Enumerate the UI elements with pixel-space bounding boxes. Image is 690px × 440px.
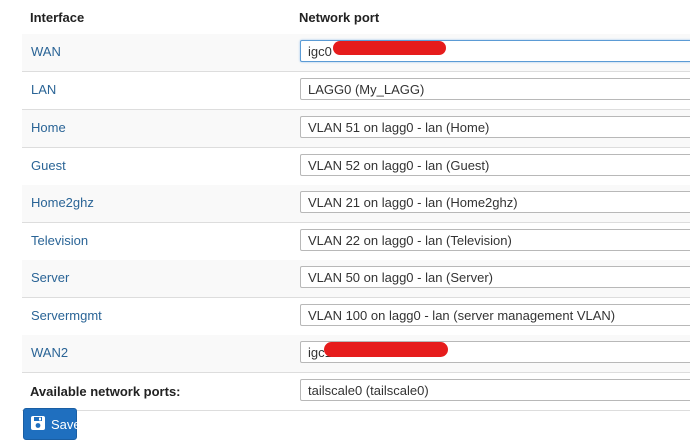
available-ports-row: Available network ports: tailscale0 (tai… xyxy=(22,373,690,411)
table-row: WAN2 igc1 xyxy=(22,335,690,373)
table-row: LAN LAGG0 (My_LAGG) xyxy=(22,72,690,110)
interface-link-lan[interactable]: LAN xyxy=(31,82,56,97)
table-row: Guest VLAN 52 on lagg0 - lan (Guest) xyxy=(22,148,690,186)
network-port-select-lan[interactable]: LAGG0 (My_LAGG) xyxy=(300,78,690,100)
table-row: Television VLAN 22 on lagg0 - lan (Telev… xyxy=(22,223,690,261)
table-row: Home2ghz VLAN 21 on lagg0 - lan (Home2gh… xyxy=(22,185,690,223)
interface-link-home2ghz[interactable]: Home2ghz xyxy=(31,195,94,210)
interface-link-servermgmt[interactable]: Servermgmt xyxy=(31,308,102,323)
selected-value: igc0 xyxy=(308,44,332,59)
network-port-select-server[interactable]: VLAN 50 on lagg0 - lan (Server) xyxy=(300,266,690,288)
selected-value: VLAN 52 on lagg0 - lan (Guest) xyxy=(308,158,490,173)
save-icon xyxy=(30,415,51,434)
interface-link-guest[interactable]: Guest xyxy=(31,158,66,173)
selected-value: VLAN 50 on lagg0 - lan (Server) xyxy=(308,270,493,285)
interface-link-wan[interactable]: WAN xyxy=(31,44,61,59)
interface-link-home[interactable]: Home xyxy=(31,120,66,135)
selected-value: VLAN 100 on lagg0 - lan (server manageme… xyxy=(308,308,616,323)
table-row: Home VLAN 51 on lagg0 - lan (Home) xyxy=(22,110,690,148)
interface-link-television[interactable]: Television xyxy=(31,233,88,248)
interface-link-server[interactable]: Server xyxy=(31,270,69,285)
available-ports-select[interactable]: tailscale0 (tailscale0) xyxy=(300,379,690,401)
save-button-label: Save xyxy=(51,416,81,432)
table-row: Servermgmt VLAN 100 on lagg0 - lan (serv… xyxy=(22,298,690,336)
network-port-select-home2ghz[interactable]: VLAN 21 on lagg0 - lan (Home2ghz) xyxy=(300,191,690,213)
network-port-select-servermgmt[interactable]: VLAN 100 on lagg0 - lan (server manageme… xyxy=(300,304,690,326)
selected-value: VLAN 21 on lagg0 - lan (Home2ghz) xyxy=(308,195,518,210)
interface-link-wan2[interactable]: WAN2 xyxy=(31,345,68,360)
network-port-column-header: Network port xyxy=(299,10,380,25)
selected-value: LAGG0 (My_LAGG) xyxy=(308,82,425,97)
table-row: Server VLAN 50 on lagg0 - lan (Server) xyxy=(22,260,690,298)
network-port-select-home[interactable]: VLAN 51 on lagg0 - lan (Home) xyxy=(300,116,690,138)
save-button[interactable]: Save xyxy=(23,408,81,440)
selected-value: tailscale0 (tailscale0) xyxy=(308,383,429,398)
selected-value: VLAN 22 on lagg0 - lan (Television) xyxy=(308,233,512,248)
interface-column-header: Interface xyxy=(30,10,85,25)
network-port-select-television[interactable]: VLAN 22 on lagg0 - lan (Television) xyxy=(300,229,690,251)
table-row: WAN igc0 xyxy=(22,34,690,72)
network-port-select-guest[interactable]: VLAN 52 on lagg0 - lan (Guest) xyxy=(300,154,690,176)
table-header: Interface Network port xyxy=(22,0,690,35)
redaction-mark xyxy=(333,41,446,55)
interface-assignments-table: Interface Network port WAN igc0 LAN LAGG… xyxy=(22,0,690,411)
available-ports-label: Available network ports: xyxy=(30,384,181,399)
redaction-mark xyxy=(324,342,448,357)
selected-value: VLAN 51 on lagg0 - lan (Home) xyxy=(308,120,490,135)
